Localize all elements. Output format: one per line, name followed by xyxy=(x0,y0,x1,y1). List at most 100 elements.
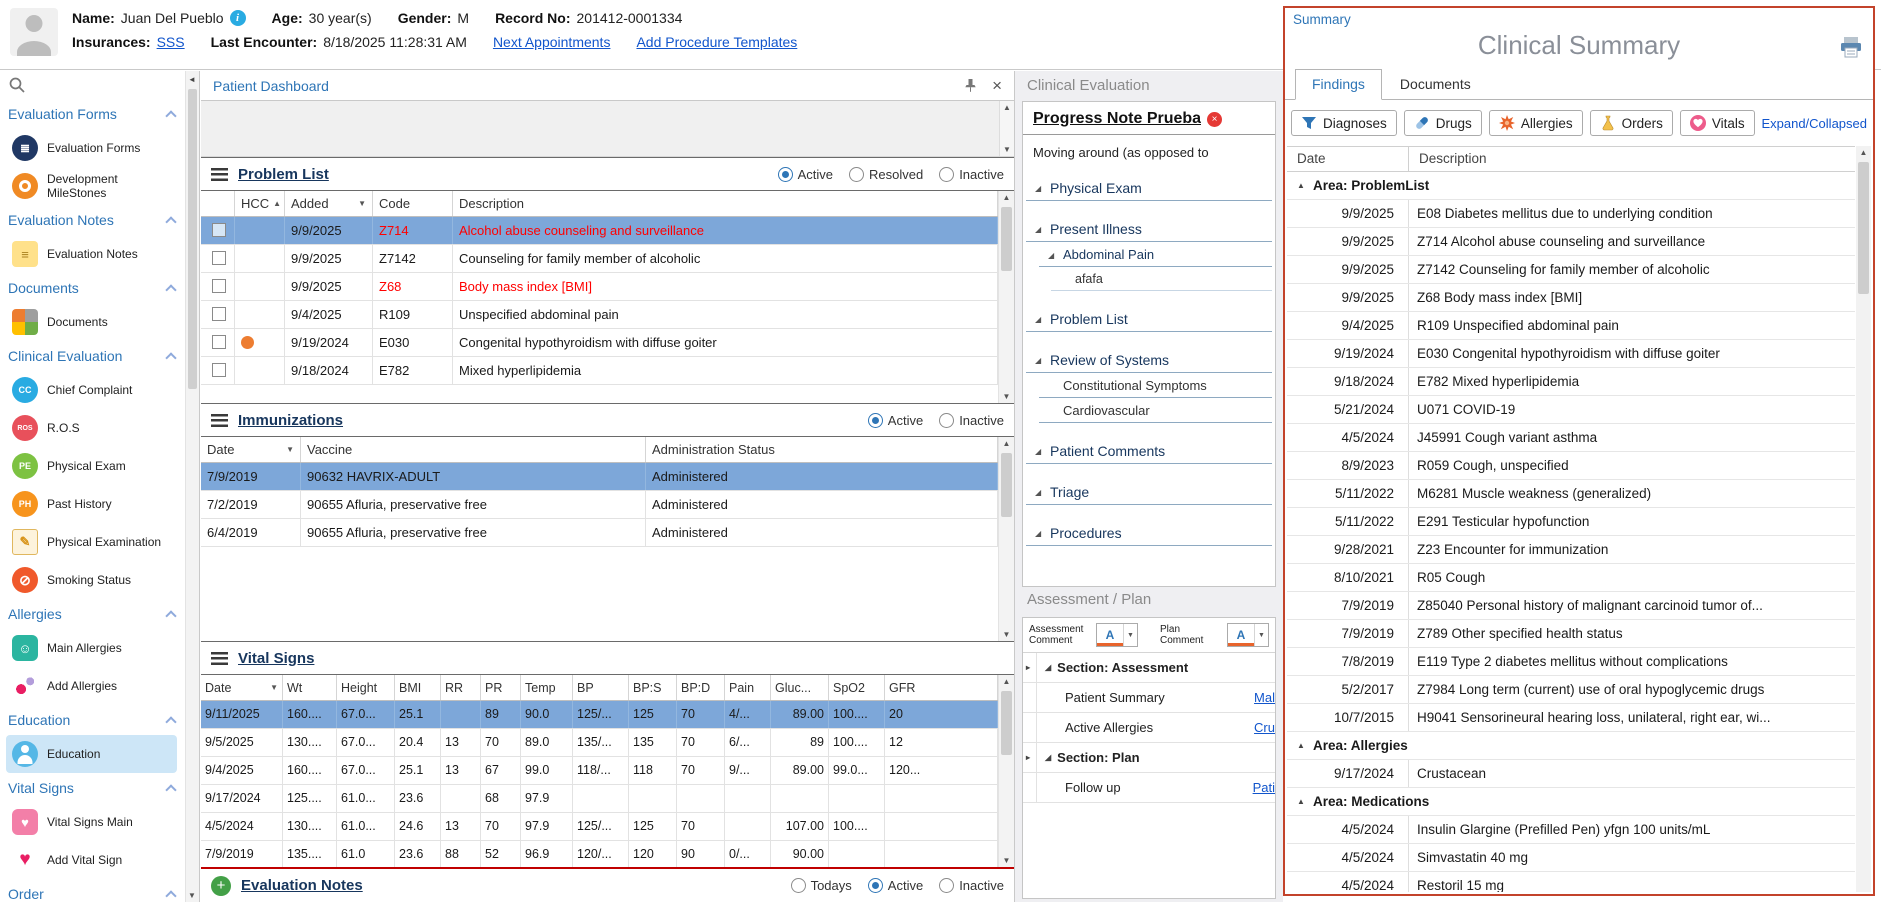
vital-signs-scrollbar[interactable]: ▲ ▼ xyxy=(998,675,1014,867)
summary-row[interactable]: 8/10/2021 R05 Cough xyxy=(1287,564,1855,592)
column-header-pr[interactable]: PR xyxy=(481,675,521,700)
link[interactable]: Cru xyxy=(1252,720,1275,735)
sidebar-item-r-o-s[interactable]: ROS R.O.S xyxy=(0,409,185,447)
outline-item-physical-exam[interactable]: ◢ Physical Exam xyxy=(1026,175,1272,201)
radio-option-inactive[interactable]: Inactive xyxy=(939,878,1004,893)
outline-item-afafa[interactable]: afafa xyxy=(1051,267,1272,291)
sidebar-item-development-milestones[interactable]: Development MileStones xyxy=(0,167,185,205)
column-header-spo2[interactable]: SpO2 xyxy=(829,675,885,700)
checkbox[interactable] xyxy=(212,251,226,265)
outline-item-problem-list[interactable]: ◢ Problem List xyxy=(1026,306,1272,332)
summary-row[interactable]: 4/5/2024 Insulin Glargine (Prefilled Pen)… xyxy=(1287,816,1855,844)
filter-vitals[interactable]: Vitals xyxy=(1679,110,1755,136)
scrollbar-thumb[interactable] xyxy=(1001,207,1012,271)
immunizations-scrollbar[interactable]: ▲ ▼ xyxy=(998,437,1014,641)
table-row[interactable]: 9/5/2025 130.... 67.0... 20.4 13 70 89.0 135/..… xyxy=(201,729,998,757)
outline-item-present-illness[interactable]: ◢ Present Illness xyxy=(1026,216,1272,242)
sidebar-item-add-allergies[interactable]: Add Allergies xyxy=(0,667,185,705)
link[interactable]: Mal xyxy=(1252,690,1275,705)
sidebar-item-evaluation-notes[interactable]: ≡ Evaluation Notes xyxy=(0,235,185,273)
summary-group-row[interactable]: ▲ Area: Allergies xyxy=(1287,732,1855,760)
scroll-up-icon[interactable]: ▲ xyxy=(1003,103,1011,112)
outline-item-procedures[interactable]: ◢ Procedures xyxy=(1026,520,1272,546)
tab-patient-dashboard[interactable]: Patient Dashboard xyxy=(213,78,329,94)
search-icon[interactable] xyxy=(8,76,26,94)
ap-row-follow-up[interactable]: Follow up Pati xyxy=(1023,773,1275,803)
column-header-temp[interactable]: Temp xyxy=(521,675,573,700)
scroll-down-icon[interactable]: ▼ xyxy=(188,891,196,900)
summary-row[interactable]: 7/9/2019 Z85040 Personal history of malig… xyxy=(1287,592,1855,620)
sidebar-item-main-allergies[interactable]: ☺ Main Allergies xyxy=(0,629,185,667)
summary-row[interactable]: 9/17/2024 Crustacean xyxy=(1287,760,1855,788)
link[interactable]: Pati xyxy=(1250,780,1275,795)
radio-option-inactive[interactable]: Inactive xyxy=(939,412,1004,428)
column-header-gluc[interactable]: Gluc... xyxy=(771,675,829,700)
scroll-up-icon[interactable]: ▲ xyxy=(999,439,1014,448)
sidebar-section-order[interactable]: Order xyxy=(0,879,185,902)
table-row[interactable]: 9/11/2025 160.... 67.0... 25.1 89 90.0 125/...… xyxy=(201,701,998,729)
checkbox[interactable] xyxy=(212,279,226,293)
radio-option-active[interactable]: Active xyxy=(867,878,923,893)
filter-allergies[interactable]: Allergies xyxy=(1488,110,1583,136)
sidebar-item-smoking-status[interactable]: ⊘ Smoking Status xyxy=(0,561,185,599)
summary-row[interactable]: 9/28/2021 Z23 Encounter for immunization xyxy=(1287,536,1855,564)
summary-row[interactable]: 9/19/2024 E030 Congenital hypothyroidism … xyxy=(1287,340,1855,368)
radio-option-active[interactable]: Active xyxy=(867,412,923,428)
table-row[interactable]: 9/9/2025 Z714 Alcohol abuse counseling and… xyxy=(201,217,998,245)
summary-row[interactable]: 8/9/2023 R059 Cough, unspecified xyxy=(1287,452,1855,480)
summary-group-row[interactable]: ▲ Area: ProblemList xyxy=(1287,172,1855,200)
outline-item-cardiovascular[interactable]: Cardiovascular xyxy=(1039,398,1272,423)
column-header-bp[interactable]: BP xyxy=(573,675,629,700)
sidebar-section-documents[interactable]: Documents xyxy=(0,273,185,303)
column-header-rr[interactable]: RR xyxy=(441,675,481,700)
summary-row[interactable]: 9/9/2025 Z7142 Counseling for family memb… xyxy=(1287,256,1855,284)
table-row[interactable]: 9/9/2025 Z7142 Counseling for family membe… xyxy=(201,245,998,273)
outline-item-triage[interactable]: ◢ Triage xyxy=(1026,479,1272,505)
outline-item-abdominal-pain[interactable]: ◢ Abdominal Pain xyxy=(1039,242,1272,267)
add-procedure-templates-link[interactable]: Add Procedure Templates xyxy=(636,34,797,50)
summary-row[interactable]: 4/5/2024 Simvastatin 40 mg xyxy=(1287,844,1855,872)
scroll-up-icon[interactable]: ▲ xyxy=(1856,148,1871,157)
scroll-up-icon[interactable]: ▲ xyxy=(999,193,1014,202)
add-icon[interactable] xyxy=(211,875,231,896)
table-row[interactable]: 9/4/2025 160.... 67.0... 25.1 13 67 99.0 118/..… xyxy=(201,757,998,785)
expand-collapsed-link[interactable]: Expand/Collapsed xyxy=(1761,116,1867,131)
insurances-link[interactable]: SSS xyxy=(157,34,185,50)
summary-row[interactable]: 9/9/2025 E08 Diabetes mellitus due to und… xyxy=(1287,200,1855,228)
radio-option-todays[interactable]: Todays xyxy=(790,878,852,893)
column-header-date[interactable]: Date xyxy=(1287,147,1409,171)
sidebar-section-vital-signs[interactable]: Vital Signs xyxy=(0,773,185,803)
sidebar-item-past-history[interactable]: PH Past History xyxy=(0,485,185,523)
close-icon[interactable] xyxy=(992,78,1002,94)
sidebar-scrollbar[interactable]: ◄ ▼ xyxy=(185,71,199,902)
column-header-wt[interactable]: Wt xyxy=(283,675,337,700)
menu-icon[interactable] xyxy=(211,413,228,427)
table-row[interactable]: 9/18/2024 E782 Mixed hyperlipidemia xyxy=(201,357,998,385)
sidebar-item-chief-complaint[interactable]: CC Chief Complaint xyxy=(0,371,185,409)
filter-diagnoses[interactable]: Diagnoses xyxy=(1291,110,1397,136)
table-row[interactable]: 9/4/2025 R109 Unspecified abdominal pain xyxy=(201,301,998,329)
column-header-gfr[interactable]: GFR xyxy=(885,675,998,700)
collapse-left-icon[interactable]: ◄ xyxy=(188,75,196,84)
summary-row[interactable]: 9/9/2025 Z714 Alcohol abuse counseling an… xyxy=(1287,228,1855,256)
immunizations-title[interactable]: Immunizations xyxy=(238,412,343,429)
column-header-hcc[interactable]: HCC ▲ xyxy=(235,191,285,216)
summary-row[interactable]: 5/21/2024 U071 COVID-19 xyxy=(1287,396,1855,424)
filter-drugs[interactable]: Drugs xyxy=(1403,110,1482,136)
sidebar-item-physical-examination[interactable]: ✎ Physical Examination xyxy=(0,523,185,561)
menu-icon[interactable] xyxy=(211,167,228,181)
sidebar-section-education[interactable]: Education xyxy=(0,705,185,735)
sidebar-item-evaluation-forms[interactable]: ≣ Evaluation Forms xyxy=(0,129,185,167)
scroll-down-icon[interactable]: ▼ xyxy=(1003,145,1011,154)
column-header-date[interactable]: Date ▼ xyxy=(201,437,301,462)
problem-list-scrollbar[interactable]: ▲ ▼ xyxy=(998,191,1014,403)
summary-row[interactable]: 9/4/2025 R109 Unspecified abdominal pain xyxy=(1287,312,1855,340)
evaluation-notes-title[interactable]: Evaluation Notes xyxy=(241,877,363,894)
vital-signs-title[interactable]: Vital Signs xyxy=(238,650,314,667)
ap-row-patient-summary[interactable]: Patient Summary Mal xyxy=(1023,683,1275,713)
next-appointments-link[interactable]: Next Appointments xyxy=(493,34,611,50)
sidebar-section-clinical-evaluation[interactable]: Clinical Evaluation xyxy=(0,341,185,371)
table-row[interactable]: 9/9/2025 Z68 Body mass index [BMI] xyxy=(201,273,998,301)
scrollbar-thumb[interactable] xyxy=(1001,691,1012,755)
tab-findings[interactable]: Findings xyxy=(1295,69,1382,100)
